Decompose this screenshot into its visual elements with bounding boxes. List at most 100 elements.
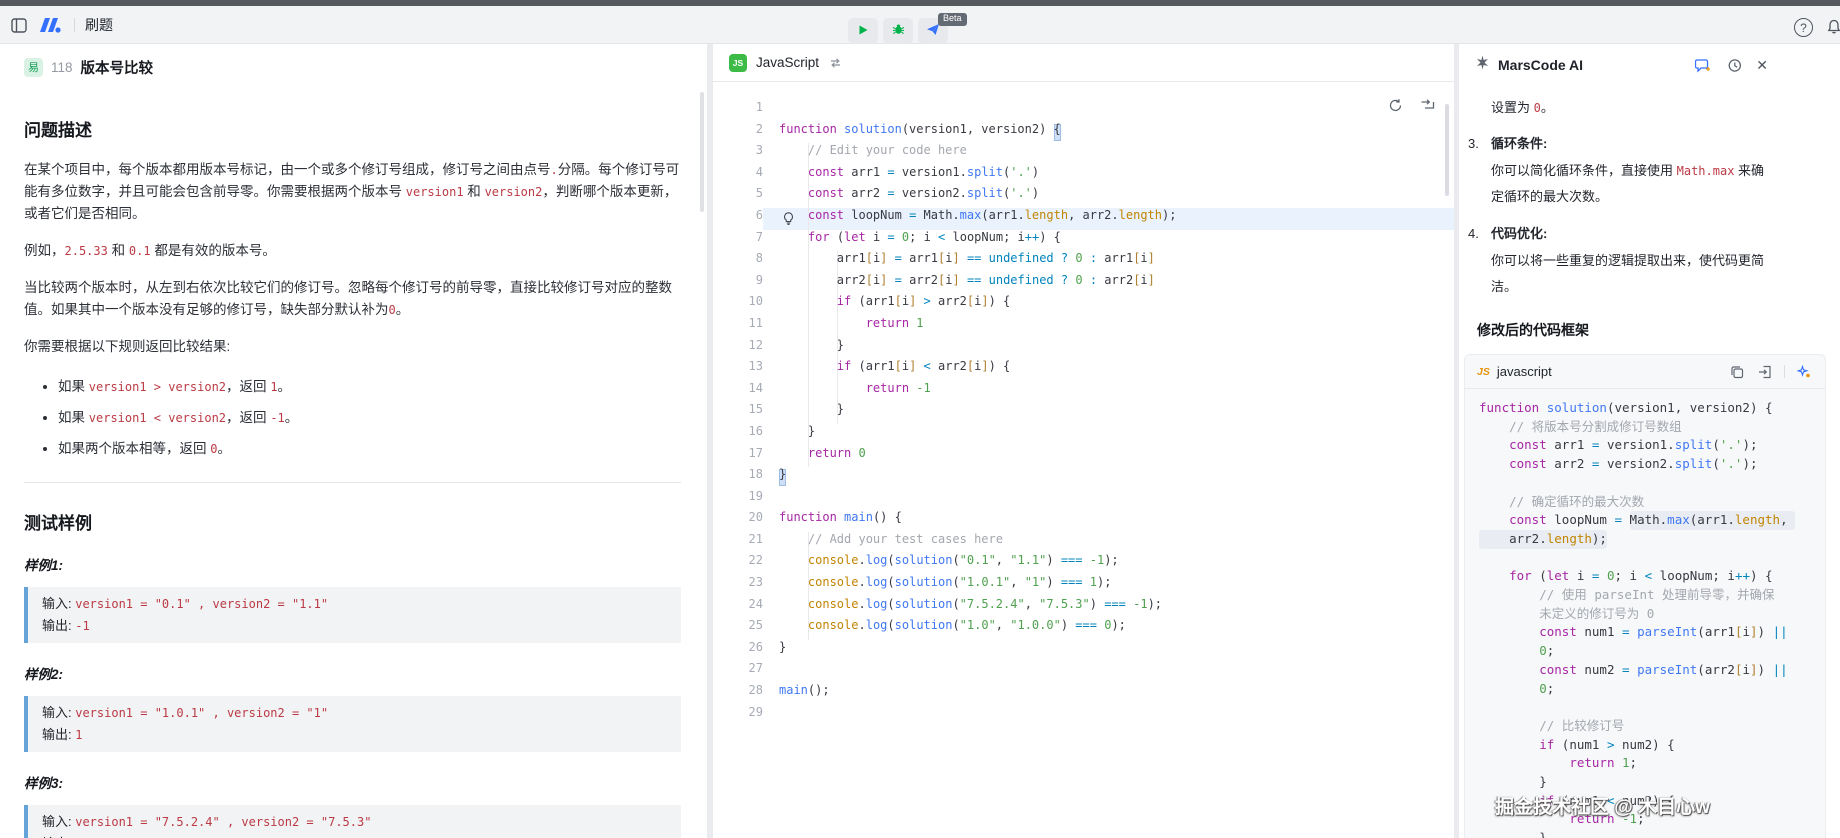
ai-code-line	[1479, 698, 1811, 717]
ai-code-line: arr2.length);	[1479, 529, 1811, 549]
run-button[interactable]	[848, 18, 878, 44]
editor-line[interactable]: 4 const arr1 = version1.split('.')	[713, 165, 1454, 187]
code-line-text: const arr1 = version1.split('.')	[807, 164, 1040, 179]
code-line-text: function solution(version1, version2) {	[763, 122, 1454, 144]
editor-line[interactable]: 24 console.log(solution("7.5.2.4", "7.5.…	[713, 597, 1454, 619]
history-icon[interactable]	[1725, 56, 1743, 74]
ai-code-line: }	[1479, 774, 1547, 790]
insert-code-icon[interactable]	[1756, 363, 1774, 381]
editor-line[interactable]: 16 }	[713, 424, 1454, 446]
editor-line[interactable]: 22 console.log(solution("0.1", "1.1") ==…	[713, 553, 1454, 575]
editor-line[interactable]: 28 main();	[713, 683, 1454, 705]
help-icon[interactable]: ?	[1794, 18, 1813, 37]
editor-header: JS JavaScript	[713, 44, 1454, 82]
sample-output: 输出: -1	[42, 618, 90, 633]
editor-line[interactable]: 20 function main() {	[713, 510, 1454, 532]
editor-line[interactable]: 14 return -1	[713, 381, 1454, 403]
ai-code-line: // 确定循环的最大次数	[1509, 493, 1645, 509]
left-panel-scrollbar[interactable]	[700, 92, 704, 212]
ai-list-item: 4. 代码优化: 你可以将一些重复的逻辑提取出来，使代码更简洁。	[1468, 222, 1840, 300]
code-line-text: main();	[779, 683, 830, 698]
code-editor[interactable]: 1 2 function solution(version1, version2) …	[713, 82, 1454, 726]
inline-code: -1	[270, 411, 285, 425]
code-line-text: for (let i = 0; i < loopNum; i++) {	[807, 229, 1061, 244]
line-number: 11	[748, 315, 763, 330]
editor-line[interactable]: 3 // Edit your code here	[713, 143, 1454, 165]
editor-line[interactable]: 9 arr2[i] = arr2[i] == undefined ? 0 : a…	[713, 273, 1454, 295]
rule-item: 如果两个版本相等，返回 0。	[58, 438, 681, 460]
ai-text: 设置为 0。	[1491, 100, 1554, 115]
ai-code-line: const num1 = parseInt(arr1[i]) ||	[1539, 624, 1788, 640]
editor-line[interactable]: 21 // Add your test cases here	[713, 532, 1454, 554]
editor-scrollbar[interactable]	[1445, 104, 1449, 196]
sample-output: 输出: -1	[42, 833, 667, 838]
editor-line[interactable]: 1	[713, 100, 1454, 122]
ai-section-heading: 修改后的代码框架	[1477, 322, 1589, 338]
ai-panel-header: MarsCode AI ✕	[1459, 44, 1840, 86]
close-icon[interactable]: ✕	[1756, 58, 1768, 72]
editor-line[interactable]: 17 return 0	[713, 446, 1454, 468]
code-line-text: if (arr1[i] < arr2[i]) {	[836, 359, 1011, 374]
editor-line[interactable]: 15 }	[713, 402, 1454, 424]
ai-assistant-panel: MarsCode AI ✕ 设置为 0。 3. 循环条件: 你可以简化循环条件，直接使…	[1459, 44, 1840, 838]
editor-line[interactable]: 8 arr1[i] = arr1[i] == undefined ? 0 : a…	[713, 251, 1454, 273]
line-number: 25	[748, 618, 763, 633]
editor-line[interactable]: 2 function solution(version1, version2) {	[713, 122, 1454, 144]
ai-code-line: const arr2 = version2.split('.');	[1509, 456, 1758, 472]
beta-badge: Beta	[938, 13, 967, 26]
line-number: 9	[755, 272, 763, 287]
ai-code-line: return 1;	[1569, 755, 1638, 771]
problem-panel: 易 118 版本号比较 问题描述 在某个项目中，每个版本都用版本号标记，由一个或…	[0, 44, 707, 838]
ai-code-line: if (num1 > num2) {	[1539, 736, 1675, 752]
line-number: 16	[748, 423, 763, 438]
code-line-text: console.log(solution("7.5.2.4", "7.5.3")…	[807, 596, 1163, 611]
notification-bell-icon[interactable]	[1826, 19, 1840, 40]
editor-line[interactable]: 11 return 1	[713, 316, 1454, 338]
editor-line[interactable]: 10 if (arr1[i] > arr2[i]) {	[713, 294, 1454, 316]
inline-code: 0	[388, 303, 396, 317]
rule-item: 如果 version1 < version2，返回 -1。	[58, 407, 681, 429]
code-line-text: arr2[i] = arr2[i] == undefined ? 0 : arr…	[779, 272, 1155, 287]
editor-line[interactable]: 19	[713, 489, 1454, 511]
new-chat-icon[interactable]	[1694, 56, 1712, 74]
marscode-logo[interactable]	[38, 16, 64, 34]
editor-line[interactable]: 29	[713, 705, 1454, 727]
ai-code-line: function solution(version1, version2) {	[1479, 400, 1773, 415]
ai-code-line: const num2 = parseInt(arr2[i]) ||	[1539, 661, 1788, 677]
editor-language-label: JavaScript	[756, 55, 820, 70]
quickfix-bulb-icon[interactable]	[783, 212, 794, 228]
editor-line[interactable]: 18}	[713, 467, 1454, 489]
code-line-text: }	[779, 337, 845, 352]
line-number: 14	[748, 380, 763, 395]
line-number: 13	[748, 359, 763, 374]
line-number: 26	[748, 639, 763, 654]
editor-line[interactable]: 13 if (arr1[i] < arr2[i]) {	[713, 359, 1454, 381]
editor-line[interactable]: 26}	[713, 640, 1454, 662]
editor-line[interactable]: 23 console.log(solution("1.0.1", "1") ==…	[713, 575, 1454, 597]
line-number: 3	[755, 143, 763, 158]
code-line-text: const arr2 = version2.split('.')	[807, 186, 1040, 201]
copy-code-icon[interactable]	[1728, 363, 1746, 381]
sample-output: 输出: 1	[42, 727, 83, 742]
sample-label: 样例2:	[24, 667, 64, 682]
ai-text: 你可以简化循环条件，直接使用 Math.max 来确定循环的最大次数。	[1491, 163, 1765, 204]
editor-line[interactable]: 5 const arr2 = version2.split('.')	[713, 186, 1454, 208]
switch-language-icon[interactable]	[826, 54, 844, 72]
ai-code-line: const loopNum = Math.max(arr1.length,	[1479, 511, 1811, 530]
code-line-text: // Add your test cases here	[807, 531, 1003, 546]
sidebar-collapse-icon[interactable]	[10, 16, 28, 34]
ai-code-line: }	[1479, 830, 1547, 838]
ai-message-body: 设置为 0。 3. 循环条件: 你可以简化循环条件，直接使用 Math.max 来确定…	[1459, 86, 1840, 340]
editor-line[interactable]: 12 }	[713, 338, 1454, 360]
line-number: 24	[748, 596, 763, 611]
js-logo-icon: JS	[1477, 365, 1490, 378]
ai-sparkle-action-icon[interactable]	[1795, 363, 1813, 381]
problem-paragraph: 当比较两个版本时，从左到右依次比较它们的修订号。忽略每个修订号的前导零，直接比较…	[24, 280, 672, 317]
line-number: 15	[748, 402, 763, 417]
editor-line[interactable]: 25 console.log(solution("1.0", "1.0.0") …	[713, 618, 1454, 640]
line-number: 20	[748, 510, 763, 525]
debug-button[interactable]	[883, 18, 913, 44]
editor-line[interactable]: 27	[713, 661, 1454, 683]
editor-line[interactable]: 6 const loopNum = Math.max(arr1.length, …	[713, 207, 1454, 230]
editor-line[interactable]: 7 for (let i = 0; i < loopNum; i++) {	[713, 230, 1454, 252]
